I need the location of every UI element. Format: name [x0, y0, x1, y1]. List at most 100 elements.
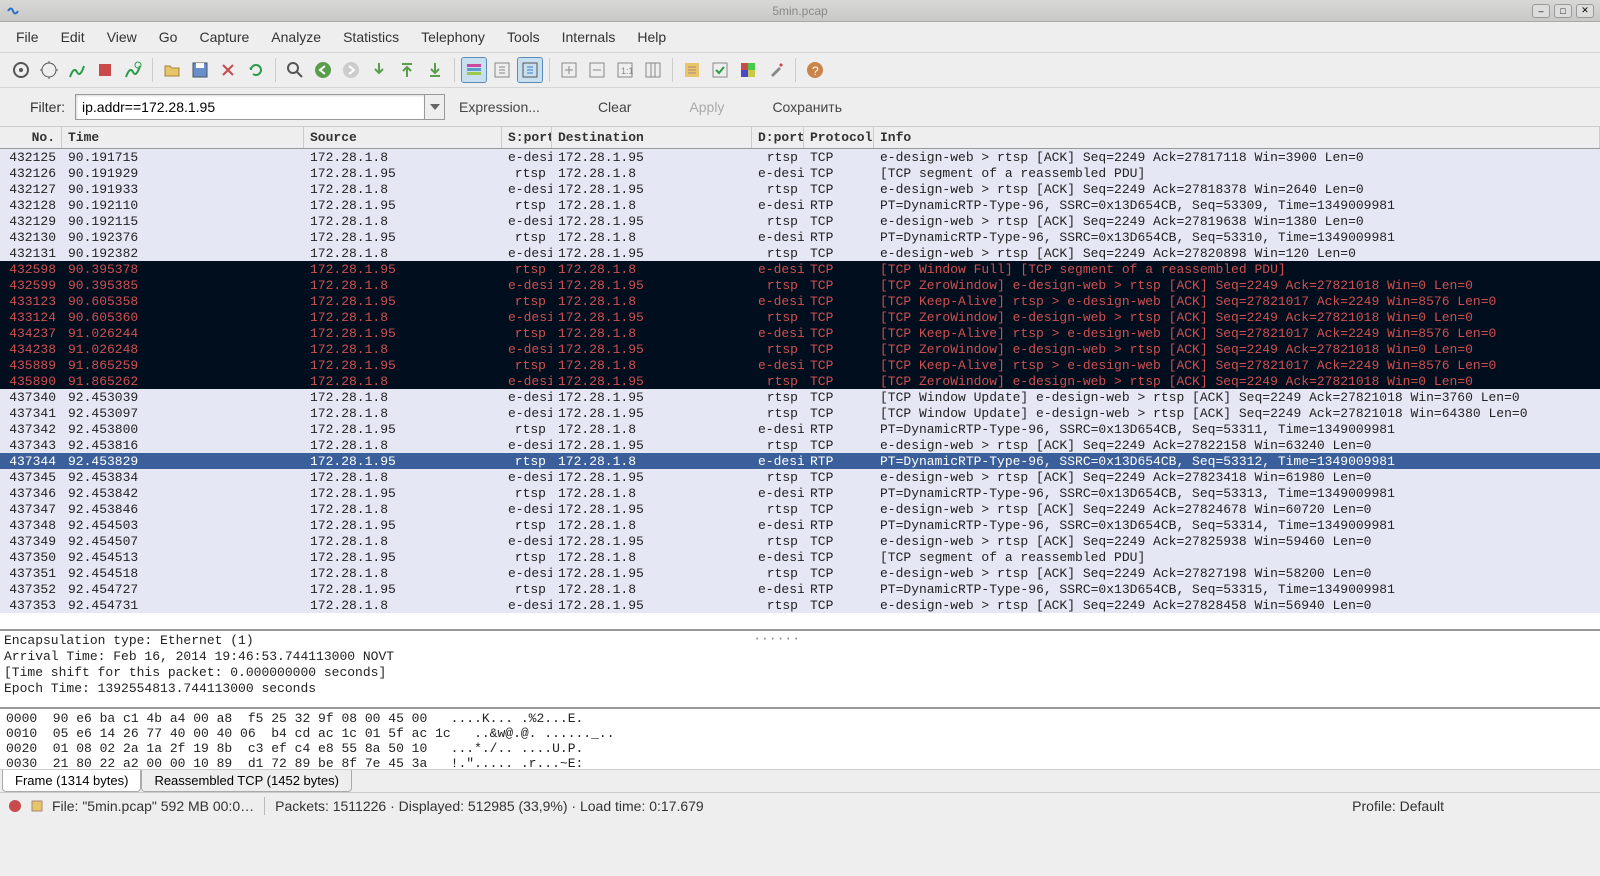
menu-help[interactable]: Help — [627, 26, 676, 48]
menu-file[interactable]: File — [6, 26, 49, 48]
clear-button[interactable]: Clear — [594, 99, 635, 115]
packet-row[interactable]: 43734992.454507172.28.1.8e-desi172.28.1.… — [0, 533, 1600, 549]
save-filter-button[interactable]: Сохранить — [768, 99, 846, 115]
packet-bytes[interactable]: 0000 90 e6 ba c1 4b a4 00 a8 f5 25 32 9f… — [0, 709, 1600, 769]
packet-row[interactable]: 43734792.453846172.28.1.8e-desi172.28.1.… — [0, 501, 1600, 517]
menu-capture[interactable]: Capture — [189, 26, 259, 48]
packet-row[interactable]: 43589091.865262172.28.1.8e-desi172.28.1.… — [0, 373, 1600, 389]
status-profile[interactable]: Profile: Default — [1352, 798, 1444, 814]
app-icon — [6, 4, 20, 18]
col-dport[interactable]: D:port — [752, 127, 804, 148]
menu-go[interactable]: Go — [149, 26, 188, 48]
find-icon[interactable] — [282, 57, 308, 83]
menu-telephony[interactable]: Telephony — [411, 26, 495, 48]
save-icon[interactable] — [187, 57, 213, 83]
stop-capture-icon[interactable] — [92, 57, 118, 83]
packet-row[interactable]: 43734692.453842172.28.1.95rtsp172.28.1.8… — [0, 485, 1600, 501]
prefs-icon[interactable] — [763, 57, 789, 83]
packet-row[interactable]: 43212790.191933172.28.1.8e-desi172.28.1.… — [0, 181, 1600, 197]
col-sport[interactable]: S:port — [502, 127, 552, 148]
packet-row[interactable]: 43735392.454731172.28.1.8e-desi172.28.1.… — [0, 597, 1600, 613]
col-protocol[interactable]: Protocol — [804, 127, 874, 148]
packet-row[interactable]: 43735092.454513172.28.1.95rtsp172.28.1.8… — [0, 549, 1600, 565]
open-icon[interactable] — [159, 57, 185, 83]
packet-row[interactable]: 43423791.026244172.28.1.95rtsp172.28.1.8… — [0, 325, 1600, 341]
check-icon[interactable] — [707, 57, 733, 83]
menu-edit[interactable]: Edit — [51, 26, 95, 48]
tab-frame[interactable]: Frame (1314 bytes) — [2, 770, 141, 792]
tab-reassembled[interactable]: Reassembled TCP (1452 bytes) — [141, 770, 352, 792]
col-destination[interactable]: Destination — [552, 127, 752, 148]
expert-info-icon[interactable] — [8, 799, 22, 813]
col-source[interactable]: Source — [304, 127, 502, 148]
packet-row[interactable]: 43212590.191715172.28.1.8e-desi172.28.1.… — [0, 149, 1600, 165]
scroll-live-icon[interactable] — [517, 57, 543, 83]
packet-row[interactable]: 43259990.395385172.28.1.8e-desi172.28.1.… — [0, 277, 1600, 293]
zoom-in-icon[interactable] — [556, 57, 582, 83]
packet-row[interactable]: 43213090.192376172.28.1.95rtsp172.28.1.8… — [0, 229, 1600, 245]
goto-last-icon[interactable] — [422, 57, 448, 83]
zoom-out-icon[interactable] — [584, 57, 610, 83]
packet-row[interactable]: 43588991.865259172.28.1.95rtsp172.28.1.8… — [0, 357, 1600, 373]
packet-row[interactable]: 43734192.453097172.28.1.8e-desi172.28.1.… — [0, 405, 1600, 421]
separator — [549, 58, 550, 82]
maximize-button[interactable]: □ — [1554, 4, 1572, 18]
menu-view[interactable]: View — [97, 26, 147, 48]
packet-row[interactable]: 43734492.453829172.28.1.95rtsp172.28.1.8… — [0, 453, 1600, 469]
close-button[interactable]: ✕ — [1576, 4, 1594, 18]
filter-input[interactable] — [75, 94, 425, 120]
colors-icon[interactable] — [735, 57, 761, 83]
packet-list[interactable]: 43212590.191715172.28.1.8e-desi172.28.1.… — [0, 149, 1600, 629]
packet-row[interactable]: 43735192.454518172.28.1.8e-desi172.28.1.… — [0, 565, 1600, 581]
filter-bar: Filter: Expression... Clear Apply Сохран… — [0, 88, 1600, 127]
expression-button[interactable]: Expression... — [455, 99, 544, 115]
packet-row[interactable]: 43734392.453816172.28.1.8e-desi172.28.1.… — [0, 437, 1600, 453]
autoscroll-icon[interactable] — [489, 57, 515, 83]
packet-row[interactable]: 43734592.453834172.28.1.8e-desi172.28.1.… — [0, 469, 1600, 485]
minimize-button[interactable]: ‒ — [1532, 4, 1550, 18]
goto-first-icon[interactable] — [394, 57, 420, 83]
options-icon[interactable] — [36, 57, 62, 83]
packet-row[interactable]: 43735292.454727172.28.1.95rtsp172.28.1.8… — [0, 581, 1600, 597]
close-file-icon[interactable] — [215, 57, 241, 83]
colorize-icon[interactable] — [461, 57, 487, 83]
col-time[interactable]: Time — [62, 127, 304, 148]
back-icon[interactable] — [310, 57, 336, 83]
packet-row[interactable]: 43312490.605360172.28.1.8e-desi172.28.1.… — [0, 309, 1600, 325]
packet-row[interactable]: 43213190.192382172.28.1.8e-desi172.28.1.… — [0, 245, 1600, 261]
detail-line[interactable]: Encapsulation type: Ethernet (1) — [4, 633, 1596, 649]
menu-statistics[interactable]: Statistics — [333, 26, 409, 48]
interfaces-icon[interactable] — [8, 57, 34, 83]
packet-row[interactable]: 43734292.453800172.28.1.95rtsp172.28.1.8… — [0, 421, 1600, 437]
packet-row[interactable]: 43734892.454503172.28.1.95rtsp172.28.1.8… — [0, 517, 1600, 533]
goto-icon[interactable] — [366, 57, 392, 83]
packet-row[interactable]: 43734092.453039172.28.1.8e-desi172.28.1.… — [0, 389, 1600, 405]
filters-icon[interactable] — [679, 57, 705, 83]
detail-line[interactable]: Epoch Time: 1392554813.744113000 seconds — [4, 681, 1596, 697]
menu-internals[interactable]: Internals — [552, 26, 626, 48]
packet-row[interactable]: 43312390.605358172.28.1.95rtsp172.28.1.8… — [0, 293, 1600, 309]
packet-row[interactable]: 43212890.192110172.28.1.95rtsp172.28.1.8… — [0, 197, 1600, 213]
apply-button[interactable]: Apply — [685, 99, 728, 115]
edit-icon[interactable] — [30, 799, 44, 813]
restart-capture-icon[interactable] — [120, 57, 146, 83]
separator — [275, 58, 276, 82]
detail-line[interactable]: [Time shift for this packet: 0.000000000… — [4, 665, 1596, 681]
packet-row[interactable]: 43423891.026248172.28.1.8e-desi172.28.1.… — [0, 341, 1600, 357]
menu-analyze[interactable]: Analyze — [261, 26, 331, 48]
reload-icon[interactable] — [243, 57, 269, 83]
packet-details[interactable]: ······ Encapsulation type: Ethernet (1) … — [0, 629, 1600, 709]
col-info[interactable]: Info — [874, 127, 1600, 148]
resize-cols-icon[interactable] — [640, 57, 666, 83]
start-capture-icon[interactable] — [64, 57, 90, 83]
forward-icon[interactable] — [338, 57, 364, 83]
packet-row[interactable]: 43212690.191929172.28.1.95rtsp172.28.1.8… — [0, 165, 1600, 181]
help-icon[interactable]: ? — [802, 57, 828, 83]
menu-tools[interactable]: Tools — [497, 26, 550, 48]
zoom-1-icon[interactable]: 1:1 — [612, 57, 638, 83]
packet-row[interactable]: 43259890.395378172.28.1.95rtsp172.28.1.8… — [0, 261, 1600, 277]
packet-row[interactable]: 43212990.192115172.28.1.8e-desi172.28.1.… — [0, 213, 1600, 229]
detail-line[interactable]: Arrival Time: Feb 16, 2014 19:46:53.7441… — [4, 649, 1596, 665]
col-no[interactable]: No. — [0, 127, 62, 148]
filter-dropdown-icon[interactable] — [425, 94, 445, 120]
